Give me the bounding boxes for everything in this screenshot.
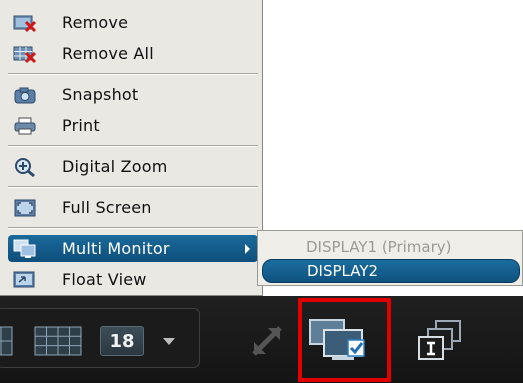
menu-item-label: Snapshot [62,85,139,104]
menu-item-full-screen[interactable]: Full Screen [8,194,258,221]
remove-all-icon [12,43,38,65]
menu-item-label: Remove All [62,44,154,63]
multi-monitor-icon [12,238,38,260]
float-view-icon [12,269,38,291]
menu-separator [8,73,258,75]
layout-count-value: 18 [109,330,135,352]
info-windows-icon[interactable] [414,318,466,364]
printer-icon [12,115,38,137]
layout-grid-icon[interactable] [34,326,82,356]
submenu-item-label: DISPLAY2 [307,262,379,280]
zoom-icon [12,156,38,178]
submenu-arrow-icon [245,244,250,254]
menu-item-label: Print [62,116,100,135]
chevron-down-icon[interactable] [163,338,175,345]
menu-item-label: Digital Zoom [62,157,168,176]
camera-icon [12,84,38,106]
menu-separator [8,227,258,229]
highlight-callout [298,298,391,382]
menu-item-remove[interactable]: Remove [8,9,258,36]
menu-separator [8,145,258,147]
context-menu: Remove Remove All Snapshot Print Digital… [0,0,263,296]
menu-item-label: Full Screen [62,198,152,217]
multi-monitor-submenu: DISPLAY1 (Primary) DISPLAY2 [257,230,523,286]
menu-item-print[interactable]: Print [8,112,258,139]
menu-item-float-view[interactable]: Float View [8,266,258,293]
menu-item-label: Multi Monitor [62,239,170,258]
layout-count-button[interactable]: 18 [100,326,144,356]
menu-item-snapshot[interactable]: Snapshot [8,81,258,108]
submenu-item-display1: DISPLAY1 (Primary) [262,235,520,259]
remove-icon [12,12,38,34]
menu-separator [8,186,258,188]
bottom-toolbar: 18 [0,296,523,383]
submenu-item-display2[interactable]: DISPLAY2 [262,259,520,283]
fullscreen-icon [12,197,38,219]
menu-item-multi-monitor[interactable]: Multi Monitor [8,235,258,262]
submenu-item-label: DISPLAY1 (Primary) [306,238,452,256]
layout-single-icon[interactable] [0,326,14,356]
expand-icon[interactable] [248,322,286,360]
menu-item-label: Remove [62,13,129,32]
menu-item-digital-zoom[interactable]: Digital Zoom [8,153,258,180]
menu-item-label: Float View [62,270,147,289]
menu-item-remove-all[interactable]: Remove All [8,40,258,67]
